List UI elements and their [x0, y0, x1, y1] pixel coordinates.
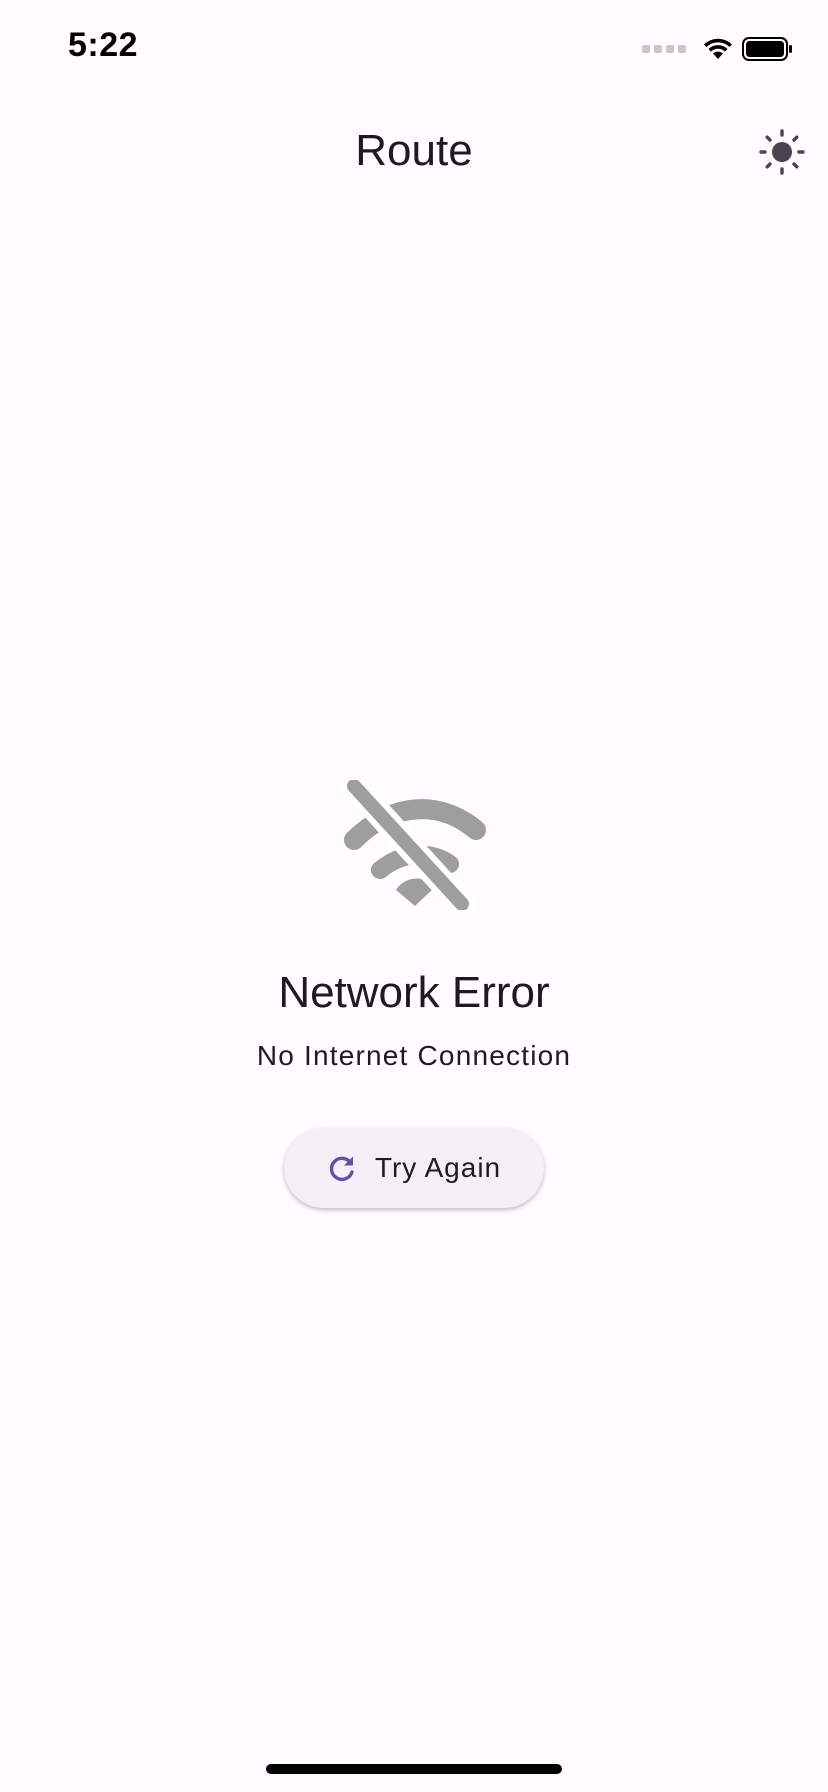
error-subtitle: No Internet Connection	[256, 1040, 572, 1071]
app-bar: Route	[0, 100, 828, 208]
signal-icon	[642, 45, 686, 53]
status-icons	[642, 36, 794, 62]
try-again-label: Try Again	[374, 1152, 502, 1183]
error-state: Network Error No Internet Connection Try…	[0, 780, 828, 1208]
home-indicator[interactable]	[266, 1764, 562, 1774]
page-title: Route	[355, 126, 473, 175]
error-title: Network Error	[278, 968, 550, 1017]
sun-icon	[759, 129, 805, 175]
try-again-button[interactable]: Try Again	[284, 1128, 544, 1208]
wifi-icon	[704, 38, 732, 59]
battery-icon	[742, 37, 792, 61]
wifi-off-icon	[341, 780, 486, 910]
status-bar: 5:22	[0, 0, 828, 100]
refresh-icon	[329, 1156, 354, 1182]
status-time: 5:22	[68, 26, 139, 64]
theme-toggle-button[interactable]	[746, 116, 818, 188]
